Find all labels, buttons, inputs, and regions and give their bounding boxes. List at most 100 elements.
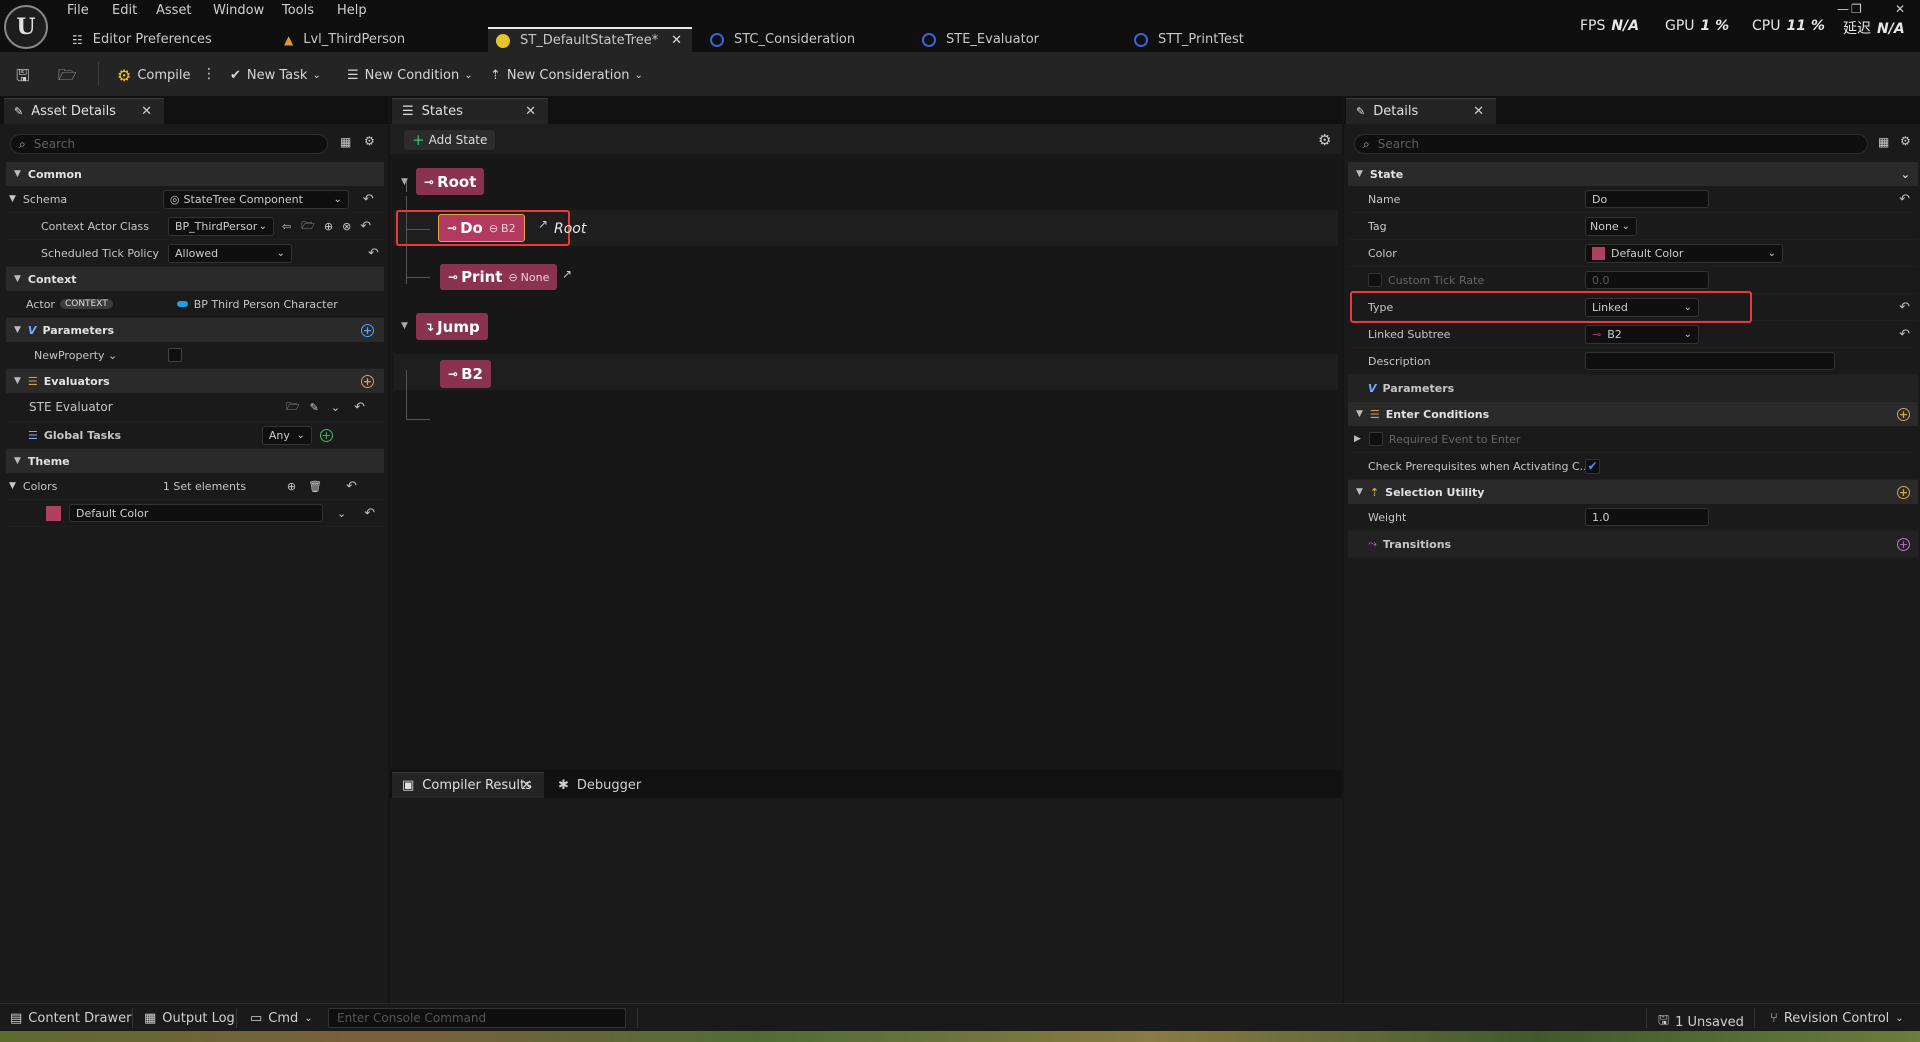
category-enter-conditions[interactable]: ▼ ☰ Enter Conditions + [1348, 402, 1918, 426]
menu-file[interactable]: File [67, 3, 89, 21]
close-icon[interactable]: ✕ [525, 104, 536, 119]
add-condition-icon[interactable]: + [1897, 407, 1910, 421]
tag-combo[interactable]: None ⌄ [1585, 216, 1637, 236]
gear-icon[interactable]: ⚙ [1318, 131, 1331, 149]
cmd-selector[interactable]: ▭ Cmd ⌄ [250, 1011, 313, 1026]
add-element-icon[interactable]: ⊕ [287, 480, 296, 493]
color-swatch[interactable] [46, 505, 61, 521]
unreal-logo-icon[interactable]: U [4, 5, 48, 49]
close-window-icon[interactable]: ✕ [1895, 2, 1905, 16]
category-selection-utility[interactable]: ▼ ⇡ Selection Utility + [1348, 480, 1918, 504]
linked-subtree-combo[interactable]: ⊸ B2 ⌄ [1585, 324, 1699, 344]
new-condition-button[interactable]: ☰ New Condition ⌄ [347, 64, 473, 86]
table-view-icon[interactable]: ▦ [340, 135, 351, 149]
output-log-button[interactable]: ▦ Output Log [144, 1011, 235, 1026]
use-selected-icon[interactable]: ⇦ [282, 220, 291, 233]
reset-icon[interactable]: ↶ [368, 246, 379, 261]
weight-field[interactable]: 1.0 [1585, 508, 1709, 526]
category-parameters[interactable]: ▼ V Parameters + [6, 318, 384, 342]
edit-icon[interactable]: ✎ [310, 401, 319, 414]
check-prereq-checkbox[interactable]: ✔ [1585, 458, 1600, 474]
tab-asset-details[interactable]: ✎ Asset Details ✕ [4, 98, 164, 124]
menu-tools[interactable]: Tools [282, 3, 314, 21]
new-property-label[interactable]: NewProperty ⌄ [6, 349, 168, 362]
console-input[interactable]: Enter Console Command [328, 1008, 626, 1028]
state-row-jump[interactable] [394, 354, 1338, 390]
chevron-down-icon[interactable]: ⌄ [337, 507, 346, 520]
menu-asset[interactable]: Asset [156, 3, 192, 21]
transitions-row[interactable]: ⤳ Transitions + [1348, 531, 1918, 558]
add-icon[interactable]: ⊕ [324, 220, 333, 233]
context-actor-class-combo[interactable]: BP_ThirdPersor ⌄ [168, 216, 274, 236]
close-icon[interactable]: ✕ [141, 104, 152, 119]
tab-st-defaultstatetree[interactable]: ST_DefaultStateTree* ✕ [488, 27, 692, 52]
custom-tick-checkbox[interactable] [1368, 273, 1382, 287]
close-icon[interactable]: ✕ [521, 778, 532, 793]
tab-lvl-thirdperson[interactable]: ▲ Lvl_ThirdPerson [276, 27, 476, 52]
expand-root-icon[interactable]: ▼ [401, 177, 408, 187]
reset-icon[interactable]: ↶ [354, 400, 365, 415]
new-property-checkbox[interactable] [168, 348, 182, 362]
tab-debugger[interactable]: ✱ Debugger [558, 778, 641, 793]
state-node-jump[interactable]: ↴ Jump [416, 313, 488, 340]
new-task-button[interactable]: ✔ New Task ⌄ [230, 64, 321, 86]
unsaved-button[interactable]: 🖫 1 Unsaved [1658, 1011, 1744, 1033]
new-consideration-button[interactable]: ⇡ New Consideration ⌄ [490, 64, 643, 86]
description-field[interactable] [1585, 352, 1835, 370]
global-tasks-combo[interactable]: Any ⌄ [261, 425, 312, 445]
menu-help[interactable]: Help [337, 3, 367, 21]
browse-icon[interactable]: 🗁 [286, 398, 300, 417]
table-view-icon[interactable]: ▦ [1878, 135, 1889, 149]
gear-icon[interactable]: ⚙ [364, 134, 375, 148]
state-node-print[interactable]: ⊸ Print ⊖ None [440, 264, 558, 290]
tab-states[interactable]: ☰ States ✕ [392, 98, 548, 124]
reset-icon[interactable]: ↶ [1899, 327, 1910, 342]
tab-stt-printtest[interactable]: STT_PrintTest [1126, 27, 1326, 52]
expand-icon[interactable]: ▶ [1354, 434, 1361, 444]
clear-icon[interactable]: ⊗ [342, 220, 351, 233]
revision-control-button[interactable]: ⑂ Revision Control ⌄ [1770, 1011, 1904, 1026]
reset-icon[interactable]: ↶ [360, 219, 371, 234]
required-event-checkbox[interactable] [1368, 432, 1383, 446]
close-icon[interactable]: ✕ [1473, 104, 1484, 119]
compile-button[interactable]: ⚙ Compile [117, 64, 191, 86]
reset-icon[interactable]: ↶ [363, 192, 374, 207]
reset-icon[interactable]: ↶ [1899, 192, 1910, 207]
tab-ste-evaluator[interactable]: STE_Evaluator [914, 27, 1114, 52]
schema-combo[interactable]: ◎ StateTree Component ⌄ [162, 189, 349, 209]
restore-icon[interactable]: ❐ [1851, 2, 1862, 16]
compile-options-icon[interactable]: ⋮ [202, 66, 216, 82]
tab-editor-preferences[interactable]: ☷ Editor Preferences [64, 27, 264, 52]
parameters-row[interactable]: V Parameters [1348, 375, 1918, 402]
add-evaluator-icon[interactable]: + [361, 374, 374, 388]
reset-icon[interactable]: ↶ [364, 506, 375, 521]
trash-icon[interactable]: 🗑 [308, 480, 322, 493]
menu-window[interactable]: Window [213, 3, 264, 21]
default-color-field[interactable]: Default Color [69, 504, 323, 522]
state-node-b2[interactable]: ⊸ B2 [440, 360, 491, 388]
color-combo[interactable]: Default Color ⌄ [1585, 243, 1783, 263]
close-icon[interactable]: ✕ [671, 33, 682, 48]
custom-tick-field[interactable]: 0.0 [1585, 271, 1709, 289]
add-transition-icon[interactable]: + [1897, 537, 1910, 551]
name-field[interactable]: Do [1585, 190, 1709, 208]
add-state-button[interactable]: + Add State [404, 130, 496, 150]
browse-icon[interactable]: 🗁 [58, 65, 77, 90]
save-icon[interactable]: 🖫 [16, 65, 30, 92]
scheduled-tick-combo[interactable]: Allowed ⌄ [168, 243, 292, 263]
tab-compiler-results[interactable]: ▣ Compiler Results ✕ [392, 772, 544, 798]
minimize-icon[interactable]: — [1837, 2, 1849, 16]
menu-edit[interactable]: Edit [112, 3, 137, 21]
asset-details-search[interactable]: ⌕ Search [10, 134, 328, 154]
content-drawer-button[interactable]: ▤ Content Drawer [10, 1011, 131, 1026]
category-state[interactable]: ▼ State ⌄ [1348, 162, 1918, 186]
tab-stc-consideration[interactable]: STC_Consideration [702, 27, 902, 52]
category-theme[interactable]: ▼ Theme [6, 449, 384, 473]
category-context[interactable]: ▼ Context [6, 267, 384, 291]
add-global-task-icon[interactable]: + [319, 428, 333, 442]
browse-icon[interactable]: 🗁 [301, 217, 315, 236]
chevron-down-icon[interactable]: ⌄ [331, 401, 340, 414]
category-evaluators[interactable]: ▼ ☰ Evaluators + [6, 369, 384, 393]
tab-details[interactable]: ✎ Details ✕ [1346, 98, 1496, 124]
add-parameter-icon[interactable]: + [361, 323, 374, 337]
